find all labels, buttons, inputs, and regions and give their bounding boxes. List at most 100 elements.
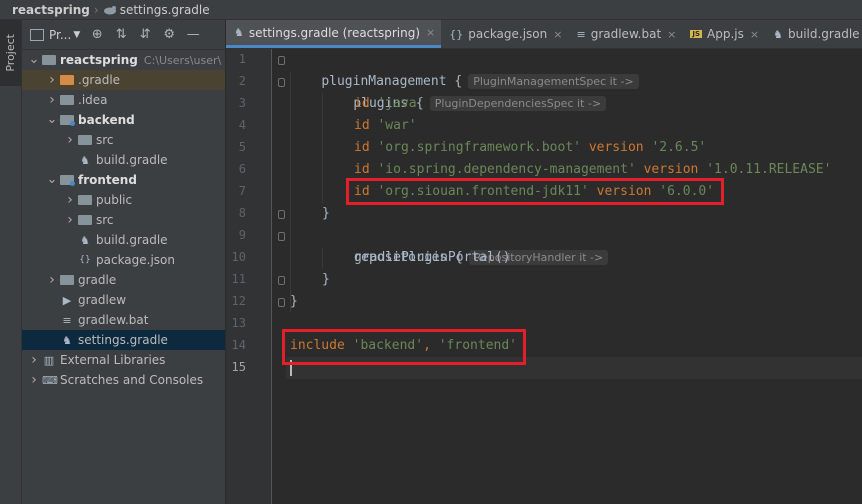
tree-item[interactable]: › .gradle xyxy=(22,70,225,90)
chevron-down-icon[interactable]: ⌄ xyxy=(46,113,58,126)
tree-item[interactable]: ⌄ backend xyxy=(22,110,225,130)
close-icon[interactable]: × xyxy=(426,26,435,39)
chevron-right-icon[interactable]: › xyxy=(46,72,58,88)
gradle-icon: ♞ xyxy=(62,333,72,347)
code-editor[interactable]: 1 2 3 4 5 6 7 8 9 10 11 12 13 14 15 pluginManagement {… xyxy=(226,49,862,504)
breadcrumb-file[interactable]: settings.gradle xyxy=(120,3,210,17)
scratches-icon: ⌨ xyxy=(42,373,58,387)
tree-item[interactable]: ≡ gradlew.bat xyxy=(22,310,225,330)
fold-marker-icon[interactable] xyxy=(278,56,285,65)
libraries-icon: ▥ xyxy=(43,353,55,367)
tree-item[interactable]: ⌄ reactspring C:\Users\user\ xyxy=(22,50,225,70)
tree-item-label: gradlew xyxy=(78,293,127,307)
tree-item[interactable]: › gradle xyxy=(22,270,225,290)
tree-item[interactable]: ♞ build.gradle xyxy=(22,150,225,170)
expand-all-icon[interactable]: ⇵ xyxy=(138,27,152,42)
chevron-right-icon[interactable]: › xyxy=(28,372,40,388)
current-line-highlight xyxy=(226,357,862,379)
tree-item[interactable]: › .idea xyxy=(22,90,225,110)
fold-marker-icon[interactable] xyxy=(278,78,285,87)
close-icon[interactable]: × xyxy=(750,28,759,41)
line-number: 7 xyxy=(238,184,246,198)
editor-tab[interactable]: ≡ gradlew.bat × xyxy=(568,20,682,48)
editor-tab[interactable]: JS App.js × xyxy=(682,20,765,48)
fold-marker-icon[interactable] xyxy=(278,298,285,307)
tree-item[interactable]: › public xyxy=(22,190,225,210)
chevron-right-icon[interactable]: › xyxy=(28,352,40,368)
tree-item[interactable]: ♞ settings.gradle xyxy=(22,330,225,350)
line-number: 8 xyxy=(238,206,246,220)
text-caret xyxy=(290,360,292,376)
tree-item-label: build.gradle xyxy=(96,233,168,247)
project-panel: Pr... ▼ ⊕ ⇅ ⇵ ⚙ — ⌄ reactspring C:\Users\u… xyxy=(22,20,226,504)
editor-tab[interactable]: ♞ build.gradle (:fron xyxy=(765,20,862,48)
folder-icon xyxy=(60,115,75,126)
chevron-down-icon[interactable]: ▼ xyxy=(73,30,80,40)
chevron-down-icon[interactable]: ⌄ xyxy=(28,53,40,66)
project-toolbar: Pr... ▼ ⊕ ⇅ ⇵ ⚙ — xyxy=(22,20,225,50)
tree-item[interactable]: ▶ gradlew xyxy=(22,290,225,310)
code-line-12: } xyxy=(290,294,298,309)
fold-marker-icon[interactable] xyxy=(278,276,285,285)
gradle-icon xyxy=(103,5,116,14)
collapse-all-icon[interactable]: ⇅ xyxy=(114,27,128,42)
tree-item-label: backend xyxy=(78,113,135,127)
tree-item-label: Scratches and Consoles xyxy=(60,373,204,387)
tree-item-path: C:\Users\user\ xyxy=(143,53,222,67)
line-number-gutter: 1 2 3 4 5 6 7 8 9 10 11 12 13 14 15 xyxy=(226,49,272,504)
tree-item[interactable]: › src xyxy=(22,210,225,230)
folder-icon xyxy=(42,55,56,65)
project-tab-label: Project xyxy=(4,34,17,72)
js-file-icon: JS xyxy=(690,30,703,38)
tree-item[interactable]: › src xyxy=(22,130,225,150)
tree-item-label: frontend xyxy=(78,173,137,187)
tab-label: settings.gradle (reactspring) xyxy=(248,25,421,40)
project-tool-window-tab[interactable]: Project xyxy=(0,20,21,86)
chevron-right-icon[interactable]: › xyxy=(46,92,58,108)
tree-item[interactable]: › ▥ External Libraries xyxy=(22,350,225,370)
gradle-icon: ♞ xyxy=(773,27,783,41)
editor-tab[interactable]: ♞ settings.gradle (reactspring) × xyxy=(226,20,442,48)
chevron-down-icon[interactable]: ⌄ xyxy=(46,173,58,186)
folder-icon xyxy=(60,275,74,285)
chevron-right-icon[interactable]: › xyxy=(64,132,76,148)
tree-item-label: gradlew.bat xyxy=(78,313,149,327)
folder-icon xyxy=(78,195,92,205)
project-view-icon xyxy=(30,28,44,41)
locate-icon[interactable]: ⊕ xyxy=(90,27,104,42)
gradle-icon: ♞ xyxy=(234,26,244,39)
gradle-icon: ♞ xyxy=(80,233,90,247)
chevron-right-icon[interactable]: › xyxy=(46,272,58,288)
tab-label: build.gradle (:fron xyxy=(787,27,862,41)
project-view-dropdown[interactable]: Pr... xyxy=(49,28,71,42)
chevron-right-icon[interactable]: › xyxy=(64,212,76,228)
code-line-4: id 'war' xyxy=(354,118,417,133)
editor-tab[interactable]: {} package.json × xyxy=(441,20,568,48)
gear-icon[interactable]: ⚙ xyxy=(162,27,176,42)
fold-marker-icon[interactable] xyxy=(278,210,285,219)
folder-icon xyxy=(78,135,92,145)
text-file-icon: ≡ xyxy=(62,313,72,327)
breadcrumb-project[interactable]: reactspring xyxy=(12,3,90,17)
json-file-icon: {} xyxy=(449,27,464,41)
tree-item[interactable]: › ⌨ Scratches and Consoles xyxy=(22,370,225,390)
fold-marker-icon[interactable] xyxy=(278,232,285,241)
tree-item[interactable]: {} package.json xyxy=(22,250,225,270)
code-line-1: pluginManagement {PluginManagementSpec i… xyxy=(290,49,639,89)
folder-icon xyxy=(78,215,92,225)
line-number: 3 xyxy=(238,96,246,110)
line-number: 13 xyxy=(231,316,246,330)
line-number: 4 xyxy=(238,118,246,132)
tab-label: package.json xyxy=(468,27,548,41)
text-file-icon: ≡ xyxy=(576,27,586,41)
hide-icon[interactable]: — xyxy=(186,27,200,42)
tree-item[interactable]: ♞ build.gradle xyxy=(22,230,225,250)
code-line-7: id 'org.siouan.frontend-jdk11' version '… xyxy=(354,184,715,199)
tree-item-label: .idea xyxy=(78,93,108,107)
code-line-3: id 'java' xyxy=(354,96,425,111)
chevron-right-icon[interactable]: › xyxy=(64,192,76,208)
close-icon[interactable]: × xyxy=(553,28,562,41)
tab-label: App.js xyxy=(707,27,744,41)
close-icon[interactable]: × xyxy=(667,28,676,41)
tree-item[interactable]: ⌄ frontend xyxy=(22,170,225,190)
